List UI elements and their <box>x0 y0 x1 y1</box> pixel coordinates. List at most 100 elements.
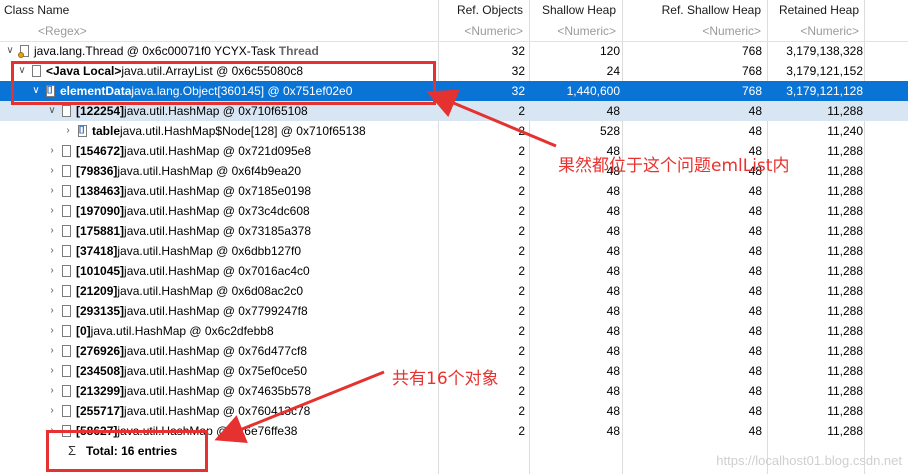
retained-heap-value: 11,288 <box>827 104 863 118</box>
ref-objects-value: 2 <box>518 244 525 258</box>
column-header-class-name[interactable]: Class Name <box>4 0 424 20</box>
chevron-right-icon[interactable]: › <box>46 161 58 181</box>
object-icon <box>60 324 72 338</box>
table-row[interactable]: › [255717] java.util.HashMap @ 0x760413c7… <box>0 401 908 421</box>
retained-heap-value: 11,288 <box>827 224 863 238</box>
retained-heap-filter-input[interactable]: <Numeric> <box>768 21 859 41</box>
row-label-bold: [154672] <box>76 144 125 158</box>
column-header-ref-objects[interactable]: Ref. Objects <box>439 0 523 20</box>
ref-objects-value: 32 <box>511 84 525 98</box>
ref-shallow-heap-value: 48 <box>748 424 762 438</box>
row-label-bold: [255717] <box>76 404 125 418</box>
ref-objects-filter-input[interactable]: <Numeric> <box>439 21 523 41</box>
annotation-note-list: 果然都位于这个问题emlList内 <box>558 156 790 176</box>
ref-shallow-heap-value: 48 <box>748 264 762 278</box>
table-row[interactable]: › [21209] java.util.HashMap @ 0x6d08ac2c0… <box>0 281 908 301</box>
object-icon <box>60 164 72 178</box>
shallow-heap-value: 48 <box>606 264 620 278</box>
shallow-heap-value: 528 <box>599 124 620 138</box>
shallow-heap-value: 48 <box>606 384 620 398</box>
retained-heap-value: 11,288 <box>827 184 863 198</box>
ref-objects-value: 2 <box>518 184 525 198</box>
retained-heap-value: 11,288 <box>827 364 863 378</box>
ref-objects-value: 2 <box>518 124 525 138</box>
shallow-heap-value: 48 <box>606 244 620 258</box>
row-label: java.util.HashMap @ 0x6f4b9ea20 <box>117 164 302 178</box>
ref-shallow-heap-value: 48 <box>748 404 762 418</box>
table-row[interactable]: › [276926] java.util.HashMap @ 0x76d477cf… <box>0 341 908 361</box>
retained-heap-value: 11,288 <box>827 264 863 278</box>
chevron-right-icon[interactable]: › <box>46 181 58 201</box>
column-header-retained-heap[interactable]: Retained Heap <box>768 0 859 20</box>
row-label-bold: [293135] <box>76 304 125 318</box>
table-row[interactable]: › [0] java.util.HashMap @ 0x6c2dfebb8 2 48 4… <box>0 321 908 341</box>
row-label: java.util.HashMap @ 0x7185e0198 <box>124 184 312 198</box>
ref-objects-value: 2 <box>518 224 525 238</box>
shallow-heap-value: 48 <box>606 344 620 358</box>
shallow-heap-filter-input[interactable]: <Numeric> <box>530 21 616 41</box>
row-label: java.util.HashMap @ 0x75ef0ce50 <box>124 364 307 378</box>
row-label-bold: [234508] <box>76 364 125 378</box>
ref-objects-value: 2 <box>518 284 525 298</box>
retained-heap-value: 11,288 <box>827 344 863 358</box>
chevron-right-icon[interactable]: › <box>46 141 58 161</box>
ref-shallow-heap-value: 48 <box>748 384 762 398</box>
row-label: java.util.HashMap @ 0x73185a378 <box>124 224 312 238</box>
ref-shallow-heap-value: 48 <box>748 344 762 358</box>
row-label-bold: [197090] <box>76 204 125 218</box>
column-header-shallow-heap[interactable]: Shallow Heap <box>530 0 616 20</box>
chevron-right-icon[interactable]: › <box>46 261 58 281</box>
chevron-right-icon[interactable]: › <box>46 201 58 221</box>
table-row[interactable]: › [101045] java.util.HashMap @ 0x7016ac4c… <box>0 261 908 281</box>
object-icon <box>60 144 72 158</box>
tree-row-thread[interactable]: ∨ java.lang.Thread @ 0x6c00071f0 YCYX-Ta… <box>0 41 908 61</box>
row-label: java.util.HashMap @ 0x721d095e8 <box>124 144 312 158</box>
chevron-right-icon[interactable]: › <box>46 361 58 381</box>
annotation-box-list <box>11 61 436 105</box>
retained-heap-value: 11,288 <box>827 304 863 318</box>
table-row[interactable]: › [197090] java.util.HashMap @ 0x73c4dc60… <box>0 201 908 221</box>
chevron-right-icon[interactable]: › <box>46 381 58 401</box>
ref-shallow-heap-value: 48 <box>748 104 762 118</box>
shallow-heap-value: 120 <box>599 44 620 58</box>
ref-objects-value: 32 <box>511 64 525 78</box>
class-name-filter-input[interactable]: <Regex> <box>38 21 238 41</box>
chevron-right-icon[interactable]: › <box>46 301 58 321</box>
row-label-bold: [138463] <box>76 184 125 198</box>
object-icon <box>60 184 72 198</box>
column-header-ref-shallow-heap[interactable]: Ref. Shallow Heap <box>623 0 761 20</box>
ref-objects-value: 2 <box>518 164 525 178</box>
chevron-right-icon[interactable]: › <box>46 241 58 261</box>
table-row[interactable]: › [37418] java.util.HashMap @ 0x6dbb127f0… <box>0 241 908 261</box>
chevron-right-icon[interactable]: › <box>46 221 58 241</box>
retained-heap-value: 11,288 <box>827 204 863 218</box>
ref-shallow-heap-value: 768 <box>741 84 762 98</box>
ref-shallow-heap-value: 48 <box>748 364 762 378</box>
row-label: java.util.HashMap @ 0x6dbb127f0 <box>117 244 302 258</box>
shallow-heap-value: 48 <box>606 324 620 338</box>
row-label: java.util.HashMap @ 0x7016ac4c0 <box>124 264 310 278</box>
chevron-right-icon[interactable]: › <box>62 121 74 141</box>
ref-objects-value: 2 <box>518 404 525 418</box>
table-row[interactable]: › [293135] java.util.HashMap @ 0x7799247f… <box>0 301 908 321</box>
shallow-heap-value: 48 <box>606 304 620 318</box>
ref-shallow-heap-value: 48 <box>748 124 762 138</box>
ref-shallow-heap-filter-input[interactable]: <Numeric> <box>623 21 761 41</box>
retained-heap-value: 11,288 <box>827 284 863 298</box>
row-label-bold: [175881] <box>76 224 125 238</box>
retained-heap-value: 11,288 <box>827 404 863 418</box>
chevron-down-icon[interactable]: ∨ <box>4 41 16 61</box>
table-row[interactable]: › [175881] java.util.HashMap @ 0x73185a37… <box>0 221 908 241</box>
object-icon <box>60 104 72 118</box>
chevron-right-icon[interactable]: › <box>46 321 58 341</box>
chevron-right-icon[interactable]: › <box>46 341 58 361</box>
object-icon <box>60 224 72 238</box>
shallow-heap-value: 1,440,600 <box>566 84 620 98</box>
ref-objects-value: 2 <box>518 204 525 218</box>
table-row[interactable]: ›[] table java.util.HashMap$Node[128] @ 0… <box>0 121 908 141</box>
chevron-right-icon[interactable]: › <box>46 401 58 421</box>
ref-objects-value: 2 <box>518 104 525 118</box>
table-row[interactable]: › [138463] java.util.HashMap @ 0x7185e019… <box>0 181 908 201</box>
shallow-heap-value: 48 <box>606 204 620 218</box>
chevron-right-icon[interactable]: › <box>46 281 58 301</box>
